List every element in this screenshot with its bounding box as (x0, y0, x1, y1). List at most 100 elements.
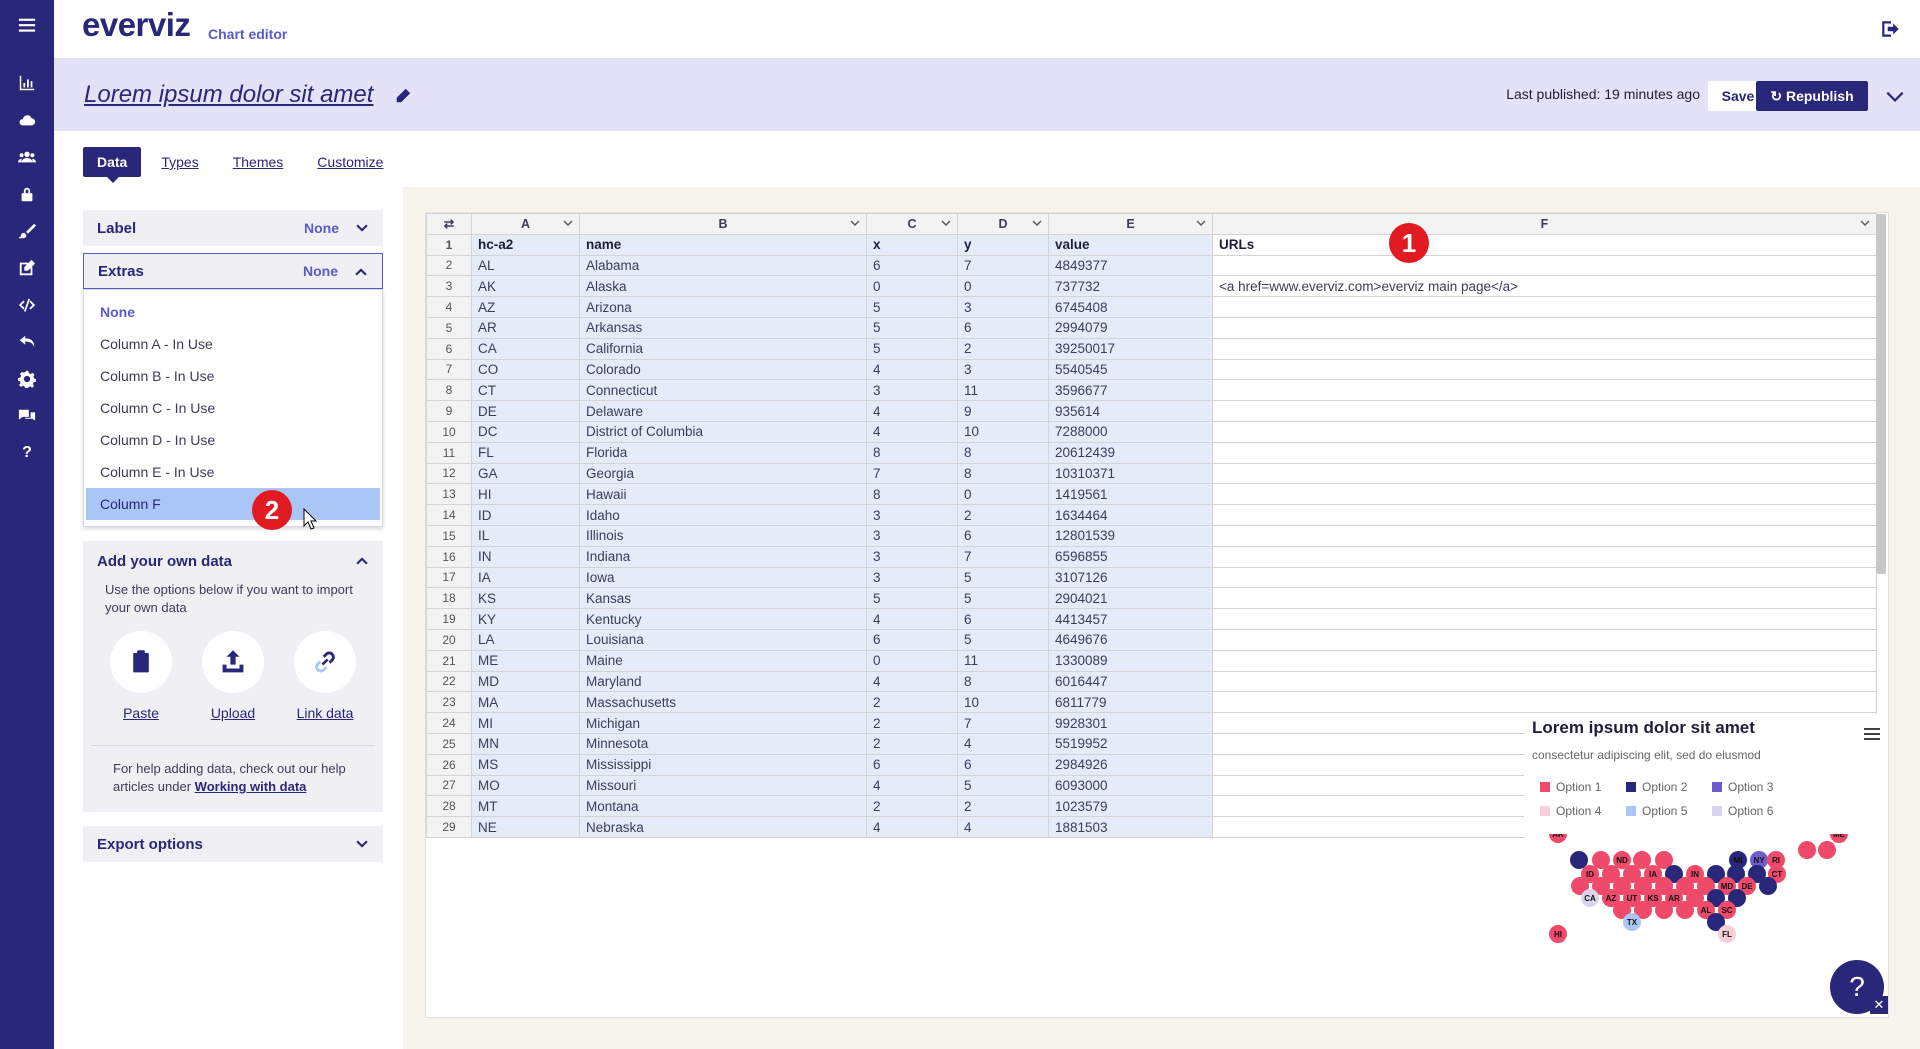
table-cell[interactable]: 935614 (1048, 400, 1213, 422)
table-cell[interactable] (1212, 400, 1877, 422)
table-cell[interactable]: IL (471, 524, 580, 547)
table-cell[interactable] (1212, 483, 1877, 506)
table-cell[interactable]: FL (471, 441, 580, 464)
table-cell[interactable]: 5 (866, 296, 958, 318)
menu-icon[interactable] (0, 10, 54, 40)
table-cell[interactable]: 4 (866, 774, 958, 797)
table-cell[interactable]: 11 (957, 649, 1049, 672)
table-cell[interactable]: 39250017 (1048, 337, 1213, 360)
table-cell[interactable]: AR (471, 316, 580, 339)
table-cell[interactable] (1212, 524, 1877, 547)
undo-icon[interactable] (0, 327, 54, 357)
tab-customize[interactable]: Customize (317, 154, 383, 170)
table-cell[interactable]: Massachusetts (579, 691, 867, 714)
table-cell[interactable]: Arizona (579, 296, 867, 318)
table-cell[interactable]: California (579, 337, 867, 360)
table-cell[interactable]: Alaska (579, 275, 867, 298)
table-cell[interactable]: 9928301 (1048, 712, 1213, 734)
table-cell[interactable]: 4 (866, 358, 958, 381)
legend-item[interactable]: Option 6 (1712, 804, 1773, 818)
table-cell[interactable] (1212, 462, 1877, 485)
table-cell[interactable]: 10 (957, 420, 1049, 443)
table-cell[interactable]: 5 (957, 774, 1049, 797)
table-cell[interactable]: 4 (866, 420, 958, 443)
tab-data[interactable]: Data (83, 147, 142, 183)
table-cell[interactable]: 6093000 (1048, 774, 1213, 797)
table-cell[interactable] (1212, 566, 1877, 589)
table-cell[interactable]: 6016447 (1048, 670, 1213, 693)
table-cell[interactable]: 12801539 (1048, 524, 1213, 547)
table-cell[interactable]: Louisiana (579, 628, 867, 651)
table-cell[interactable]: Nebraska (579, 816, 867, 838)
table-cell[interactable]: IA (471, 566, 580, 589)
table-cell[interactable]: 2984926 (1048, 753, 1213, 776)
table-cell[interactable]: 0 (957, 483, 1049, 506)
table-cell[interactable]: value (1048, 233, 1213, 256)
table-cell[interactable]: Iowa (579, 566, 867, 589)
table-cell[interactable] (1212, 337, 1877, 360)
table-cell[interactable]: 0 (866, 275, 958, 298)
dropdown-option[interactable]: Column E - In Use (86, 456, 380, 488)
table-cell[interactable]: 6596855 (1048, 545, 1213, 568)
table-cell[interactable]: Maine (579, 649, 867, 672)
table-cell[interactable]: <a href=www.everviz.com>everviz main pag… (1212, 275, 1877, 298)
table-cell[interactable]: AK (471, 275, 580, 298)
vertical-scrollbar[interactable] (1876, 214, 1886, 574)
table-cell[interactable] (1212, 587, 1877, 610)
column-header[interactable]: F (1212, 213, 1877, 235)
table-cell[interactable]: 8 (957, 670, 1049, 693)
table-cell[interactable]: 2 (957, 795, 1049, 818)
table-cell[interactable] (1212, 316, 1877, 339)
table-cell[interactable]: Indiana (579, 545, 867, 568)
table-cell[interactable]: 3 (866, 379, 958, 402)
column-header[interactable]: E (1048, 213, 1213, 235)
table-cell[interactable]: 6 (957, 753, 1049, 776)
settings-icon[interactable] (0, 364, 54, 394)
table-cell[interactable]: 737732 (1048, 275, 1213, 298)
table-cell[interactable]: 8 (957, 462, 1049, 485)
table-cell[interactable]: Georgia (579, 462, 867, 485)
code-icon[interactable] (0, 290, 54, 320)
table-cell[interactable]: KS (471, 587, 580, 610)
table-cell[interactable]: 5540545 (1048, 358, 1213, 381)
table-cell[interactable]: 7 (957, 712, 1049, 734)
page-title[interactable]: Lorem ipsum dolor sit amet (84, 81, 373, 109)
table-cell[interactable]: 5519952 (1048, 732, 1213, 755)
dropdown-option[interactable]: Column C - In Use (86, 392, 380, 424)
dropdown-option[interactable]: Column D - In Use (86, 424, 380, 456)
table-cell[interactable]: 1023579 (1048, 795, 1213, 818)
chevron-down-icon[interactable] (1032, 218, 1042, 228)
table-cell[interactable]: MD (471, 670, 580, 693)
table-cell[interactable]: Colorado (579, 358, 867, 381)
table-cell[interactable]: 1330089 (1048, 649, 1213, 672)
table-cell[interactable]: 2 (866, 691, 958, 714)
dropdown-option[interactable]: Column A - In Use (86, 328, 380, 360)
extras-select[interactable]: Extras None (83, 253, 383, 289)
table-cell[interactable]: 7 (866, 462, 958, 485)
table-cell[interactable]: Kansas (579, 587, 867, 610)
table-cell[interactable]: 5 (957, 587, 1049, 610)
table-cell[interactable]: 4 (866, 400, 958, 422)
table-cell[interactable] (1212, 670, 1877, 693)
map-tile[interactable] (1818, 841, 1836, 859)
table-cell[interactable]: 7 (957, 254, 1049, 277)
column-header[interactable]: D (957, 213, 1049, 235)
table-cell[interactable]: 6745408 (1048, 296, 1213, 318)
table-cell[interactable]: CT (471, 379, 580, 402)
brush-icon[interactable] (0, 216, 54, 246)
chevron-up-icon[interactable] (354, 265, 368, 279)
table-cell[interactable]: 4 (866, 608, 958, 630)
table-cell[interactable] (1212, 691, 1877, 714)
table-cell[interactable] (1212, 441, 1877, 464)
table-cell[interactable]: 3 (957, 296, 1049, 318)
table-cell[interactable]: ME (471, 649, 580, 672)
chevron-down-icon[interactable] (355, 221, 369, 235)
table-cell[interactable]: 0 (957, 275, 1049, 298)
table-cell[interactable]: 3 (866, 524, 958, 547)
table-cell[interactable]: name (579, 233, 867, 256)
table-cell[interactable]: Connecticut (579, 379, 867, 402)
table-cell[interactable]: AZ (471, 296, 580, 318)
refresh-icon[interactable]: ⇄ (426, 213, 472, 235)
table-cell[interactable]: 2 (866, 712, 958, 734)
close-icon[interactable]: ✕ (1870, 996, 1888, 1014)
